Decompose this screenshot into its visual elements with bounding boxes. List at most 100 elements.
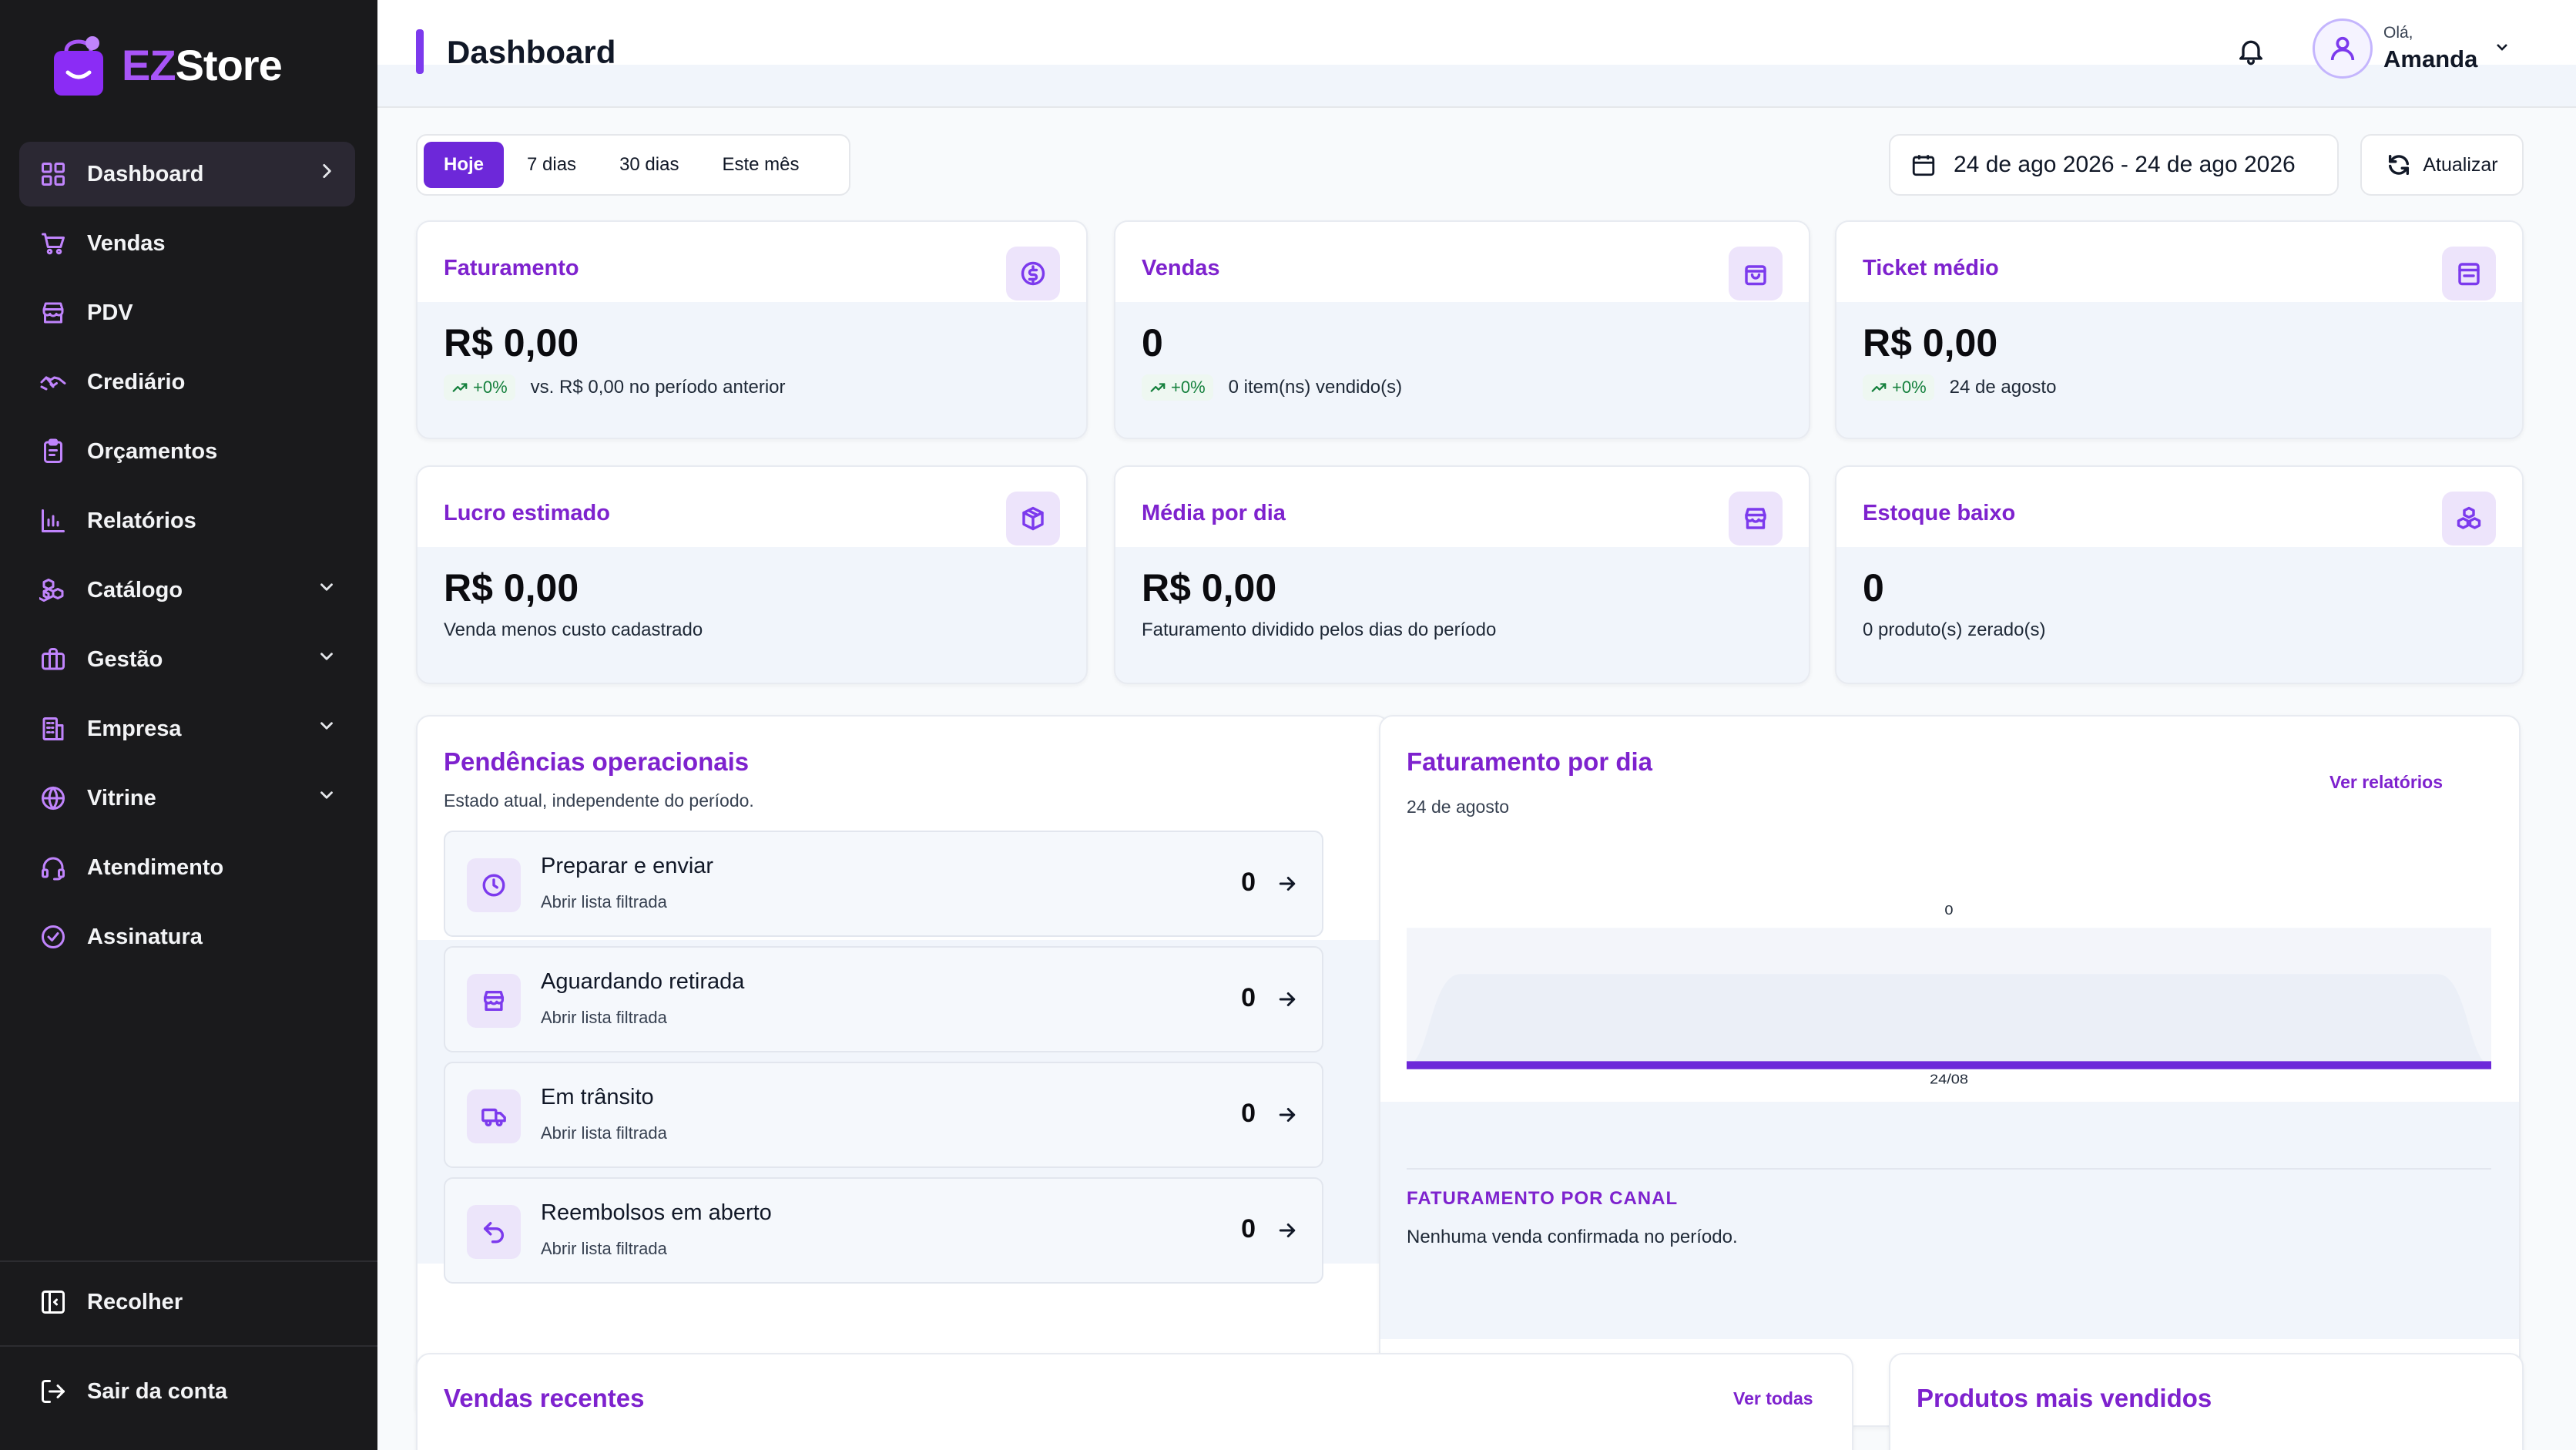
sidebar-item-label: Atendimento — [87, 854, 224, 880]
pendencia-count: 0 — [1241, 1099, 1256, 1128]
sidebar-item-label: Dashboard — [87, 161, 204, 186]
date-range-picker[interactable]: 24 de ago 2026 - 24 de ago 2026 — [1889, 134, 2339, 196]
faturamento-chart: 0 24/08 — [1407, 902, 2491, 1086]
receipt-icon — [2442, 247, 2496, 300]
user-menu[interactable]: Olá, Amanda — [2313, 18, 2511, 79]
collapse-sidebar-button[interactable]: Recolher — [19, 1270, 355, 1334]
trend-up-icon — [1150, 383, 1166, 392]
pendencia-subtitle: Abrir lista filtrada — [541, 892, 667, 911]
pendencia-count: 0 — [1241, 868, 1256, 897]
card-value: 0 — [1863, 566, 1884, 609]
sidebar-item-label: Crediário — [87, 369, 186, 394]
arrow-right-icon — [1276, 988, 1299, 1015]
stat-card-estoque-baixo: Estoque baixo 0 0 produto(s) zerado(s) — [1835, 465, 2524, 684]
tab-este-mes[interactable]: Este mês — [702, 142, 819, 188]
sidebar-nav: Dashboard Vendas PDV Crediário Orçamento… — [19, 142, 355, 974]
pendencia-subtitle: Abrir lista filtrada — [541, 1123, 667, 1143]
notifications-bell-icon[interactable] — [2236, 35, 2269, 69]
storefront-icon — [467, 974, 521, 1028]
trend-up-icon — [1871, 383, 1887, 392]
sidebar-divider — [0, 1260, 377, 1262]
card-note: Venda menos custo cadastrado — [444, 619, 703, 640]
pendencia-em-transito[interactable]: Em trânsito Abrir lista filtrada 0 — [444, 1062, 1323, 1168]
trend-badge: +0% — [1863, 374, 1934, 401]
sidebar-item-label: Catálogo — [87, 577, 183, 602]
sidebar-item-vitrine[interactable]: Vitrine — [19, 766, 355, 831]
pendencia-title: Aguardando retirada — [541, 969, 745, 994]
canal-divider — [1407, 1168, 2491, 1170]
sidebar-item-label: Vitrine — [87, 785, 156, 811]
sidebar-item-pdv[interactable]: PDV — [19, 280, 355, 345]
sidebar-item-label: Relatórios — [87, 508, 196, 533]
date-range-value: 24 de ago 2026 - 24 de ago 2026 — [1954, 152, 2296, 177]
sidebar-item-relatorios[interactable]: Relatórios — [19, 488, 355, 553]
cart-icon — [38, 228, 69, 259]
sidebar-collapse-area: Recolher — [19, 1270, 355, 1339]
sidebar-item-empresa[interactable]: Empresa — [19, 696, 355, 761]
collapse-label: Recolher — [87, 1289, 183, 1314]
logout-icon — [38, 1376, 69, 1407]
card-value: 0 — [1142, 321, 1163, 364]
arrow-right-icon — [1276, 872, 1299, 899]
chart-x-tick-label: 24/08 — [1930, 1072, 1968, 1086]
pendencia-title: Reembolsos em aberto — [541, 1200, 772, 1225]
sidebar-item-crediario[interactable]: Crediário — [19, 350, 355, 415]
ver-relatorios-link[interactable]: Ver relatórios — [2329, 772, 2443, 793]
top-header: Dashboard Olá, Amanda — [377, 0, 2576, 108]
tab-7-dias[interactable]: 7 dias — [507, 142, 596, 188]
card-value: R$ 0,00 — [1142, 566, 1277, 609]
ver-todas-link[interactable]: Ver todas — [1733, 1388, 1813, 1409]
pendencia-count: 0 — [1241, 1214, 1256, 1244]
logout-label: Sair da conta — [87, 1378, 228, 1404]
bar-chart-icon — [38, 505, 69, 536]
sidebar: EZStore Dashboard Vendas PDV Crediário O… — [0, 0, 377, 1450]
card-title: Vendas — [1142, 256, 1220, 280]
pendencia-subtitle: Abrir lista filtrada — [541, 1008, 667, 1027]
faturamento-por-dia-panel: Faturamento por dia 24 de agosto Ver rel… — [1379, 715, 2521, 1427]
vendas-recentes-panel: Vendas recentes Ver todas — [416, 1353, 1853, 1450]
header-strip — [377, 65, 2576, 106]
sidebar-item-label: Assinatura — [87, 924, 203, 949]
pendencia-aguardando-retirada[interactable]: Aguardando retirada Abrir lista filtrada… — [444, 946, 1323, 1052]
trend-up-icon — [452, 383, 468, 392]
stat-card-vendas: Vendas 0 +0% 0 item(ns) vendido(s) — [1114, 220, 1810, 439]
sidebar-item-catalogo[interactable]: Catálogo — [19, 558, 355, 623]
stat-card-media-por-dia: Média por dia R$ 0,00 Faturamento dividi… — [1114, 465, 1810, 684]
headset-icon — [38, 852, 69, 883]
sidebar-logout-area: Sair da conta — [19, 1359, 355, 1428]
sidebar-item-label: Empresa — [87, 716, 182, 741]
sidebar-item-atendimento[interactable]: Atendimento — [19, 835, 355, 900]
user-text: Olá, Amanda — [2383, 24, 2477, 73]
arrow-right-icon — [1276, 1103, 1299, 1130]
sidebar-item-orcamentos[interactable]: Orçamentos — [19, 419, 355, 484]
tab-hoje[interactable]: Hoje — [424, 142, 505, 188]
logout-button[interactable]: Sair da conta — [19, 1359, 355, 1424]
storefront-icon — [1729, 492, 1783, 545]
arrow-right-icon — [1276, 1219, 1299, 1246]
pendencia-preparar-enviar[interactable]: Preparar e enviar Abrir lista filtrada 0 — [444, 831, 1323, 937]
chevron-down-icon — [317, 716, 337, 742]
chart-data-label: 0 — [1944, 902, 1953, 917]
user-greeting: Olá, — [2383, 24, 2413, 42]
stat-card-ticket-medio: Ticket médio R$ 0,00 +0% 24 de agosto — [1835, 220, 2524, 439]
sidebar-item-label: Vendas — [87, 230, 166, 256]
store-icon — [38, 297, 69, 328]
user-icon — [2330, 36, 2355, 61]
sidebar-item-assinatura[interactable]: Assinatura — [19, 905, 355, 969]
card-value: R$ 0,00 — [444, 566, 579, 609]
panel-subtitle: Estado atual, independente do período. — [444, 790, 754, 811]
card-title: Lucro estimado — [444, 501, 610, 525]
undo-icon — [467, 1205, 521, 1259]
tab-30-dias[interactable]: 30 dias — [599, 142, 699, 188]
chevron-down-icon — [317, 577, 337, 603]
pendencia-reembolsos[interactable]: Reembolsos em aberto Abrir lista filtrad… — [444, 1177, 1323, 1284]
refresh-label: Atualizar — [2423, 153, 2498, 176]
trend-badge: +0% — [1142, 374, 1213, 401]
refresh-button[interactable]: Atualizar — [2360, 134, 2524, 196]
sidebar-item-vendas[interactable]: Vendas — [19, 211, 355, 276]
sidebar-item-dashboard[interactable]: Dashboard — [19, 142, 355, 206]
card-value: R$ 0,00 — [444, 321, 579, 364]
brand-logo[interactable]: EZStore — [49, 31, 283, 99]
card-note: vs. R$ 0,00 no período anterior — [530, 377, 786, 398]
sidebar-item-gestao[interactable]: Gestão — [19, 627, 355, 692]
